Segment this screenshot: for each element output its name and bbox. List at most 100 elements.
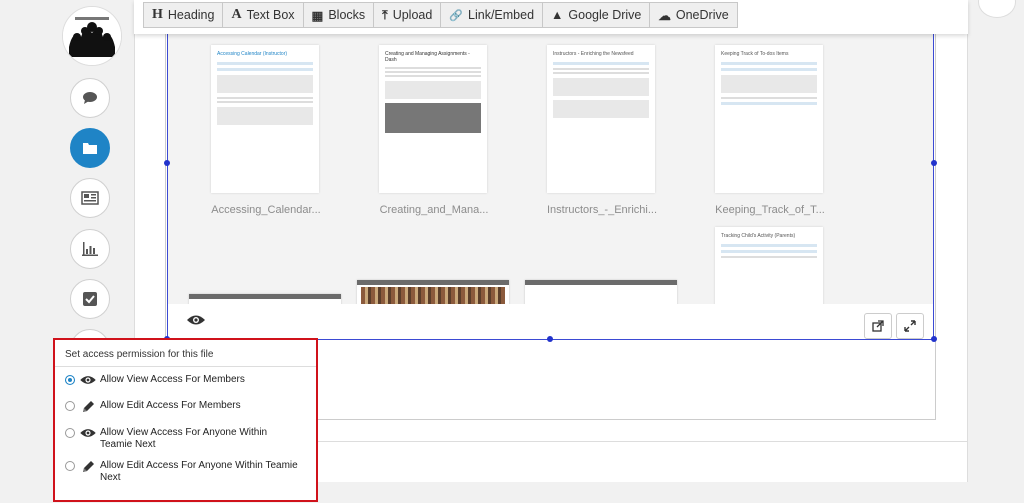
thumb-bar (217, 68, 313, 71)
thumb-line (217, 101, 313, 103)
blocks-label: Blocks (328, 8, 366, 22)
upload-button[interactable]: ⤒ Upload (373, 2, 442, 28)
file-name[interactable]: Creating_and_Mana... (364, 204, 504, 216)
thumb-image (553, 100, 649, 118)
chat-icon (83, 92, 97, 104)
thumb-line (217, 97, 313, 99)
sidebar-item-tasks[interactable] (70, 279, 110, 319)
file-thumbnail[interactable]: Instructors - Enriching the Newsfeed (547, 45, 655, 193)
option-label: Allow Edit Access For Anyone Within Team… (100, 460, 298, 483)
eye-icon (80, 429, 96, 437)
thumb-image (385, 103, 481, 133)
file-thumbnail-title: Tracking Child's Activity (Parents) (721, 233, 796, 239)
sidebar-item-analytics[interactable] (70, 229, 110, 269)
sidebar-item-files[interactable] (70, 128, 110, 168)
file-thumbnail[interactable]: Creating and Managing Assignments - Dash (379, 45, 487, 193)
thumb-line (553, 68, 649, 70)
option-edit-anyone[interactable]: Allow Edit Access For Anyone Within Team… (65, 460, 300, 484)
thumb-image (217, 75, 313, 93)
heading-icon: H (152, 7, 163, 22)
group-logo[interactable] (62, 6, 122, 66)
embedded-drive-viewer[interactable]: Accessing Calendar (Instructor) Creating… (167, 0, 934, 340)
resize-handle[interactable] (931, 336, 937, 342)
option-label: Allow Edit Access For Members (100, 400, 241, 411)
thumb-image (721, 75, 817, 93)
visibility-toggle[interactable] (186, 313, 206, 332)
option-view-members[interactable]: Allow View Access For Members (65, 374, 300, 386)
more-options-button[interactable] (978, 0, 1016, 18)
thumb-header (525, 280, 677, 285)
thumb-line (385, 75, 481, 77)
option-label: Allow View Access For Anyone Within Team… (100, 427, 268, 450)
cloud-icon: ☁ (658, 8, 671, 23)
heading-button[interactable]: H Heading (143, 2, 224, 28)
google-drive-label: Google Drive (568, 8, 642, 22)
thumb-line (385, 71, 481, 73)
link-icon: 🔗 (449, 9, 464, 22)
blocks-button[interactable]: ▦ Blocks (302, 2, 375, 28)
thumb-bar (721, 68, 817, 71)
thumb-bar (721, 250, 817, 253)
file-name[interactable]: Instructors_-_Enrichi... (532, 204, 672, 216)
option-edit-members[interactable]: Allow Edit Access For Members (65, 400, 300, 414)
checkbox-icon (83, 292, 97, 306)
radio-button[interactable] (65, 461, 75, 471)
option-view-anyone[interactable]: Allow View Access For Anyone Within Team… (65, 427, 300, 451)
file-name[interactable]: Accessing_Calendar... (196, 204, 336, 216)
eye-icon (187, 315, 205, 325)
resize-handle[interactable] (931, 160, 937, 166)
sidebar-item-chat[interactable] (70, 78, 110, 118)
file-thumbnail[interactable]: Keeping Track of To-dos Items (715, 45, 823, 193)
folder-icon (83, 143, 97, 154)
onedrive-label: OneDrive (675, 8, 729, 22)
group-logo-image (63, 7, 121, 65)
upload-label: Upload (392, 8, 433, 22)
popup-title: Set access permission for this file (55, 340, 316, 367)
resize-handle[interactable] (164, 160, 170, 166)
google-drive-button[interactable]: ▲ Google Drive (542, 2, 651, 28)
text-icon: A (231, 7, 242, 22)
file-thumbnail-title: Keeping Track of To-dos Items (721, 51, 789, 57)
onedrive-button[interactable]: ☁ OneDrive (649, 2, 738, 28)
external-link-icon (872, 320, 884, 332)
file-name[interactable]: Keeping_Track_of_T... (700, 204, 840, 216)
file-thumbnail-title: Instructors - Enriching the Newsfeed (553, 51, 634, 57)
link-embed-button[interactable]: 🔗 Link/Embed (440, 2, 544, 28)
upload-icon: ⤒ (382, 7, 388, 22)
embed-footer (168, 304, 933, 339)
editor-toolbar: H Heading A Text Box ▦ Blocks ⤒ Upload 🔗 Link… (143, 2, 738, 30)
text-box-label: Text Box (246, 8, 295, 22)
open-external-button[interactable] (864, 313, 892, 339)
thumb-bar (721, 102, 817, 105)
radio-button[interactable] (65, 401, 75, 411)
thumb-line (721, 256, 817, 258)
sidebar-item-news[interactable] (70, 178, 110, 218)
eye-icon (80, 376, 96, 384)
file-thumbnail[interactable]: Tracking Child's Activity (Parents) (715, 227, 823, 307)
bar-chart-icon (82, 242, 98, 256)
radio-button[interactable] (65, 428, 75, 438)
radio-button[interactable] (65, 375, 75, 385)
access-permission-popup: Set access permission for this file Allo… (53, 338, 318, 502)
thumb-image (217, 107, 313, 125)
expand-button[interactable] (896, 313, 924, 339)
file-thumbnail[interactable]: Accessing Calendar (Instructor) (211, 45, 319, 193)
thumb-line (721, 97, 817, 99)
heading-label: Heading (167, 8, 215, 22)
thumb-bar (553, 62, 649, 65)
expand-icon (904, 320, 916, 332)
thumb-image (553, 78, 649, 96)
thumb-header (189, 294, 341, 299)
thumb-image (385, 81, 481, 99)
pencil-icon (83, 401, 94, 412)
resize-handle[interactable] (547, 336, 553, 342)
file-thumbnail-title: Creating and Managing Assignments - Dash (385, 51, 470, 63)
google-drive-icon: ▲ (551, 8, 564, 22)
option-label: Allow View Access For Members (100, 374, 245, 385)
text-box-button[interactable]: A Text Box (222, 2, 304, 28)
file-thumbnail-title: Accessing Calendar (Instructor) (217, 51, 288, 57)
thumb-bar (721, 244, 817, 247)
link-embed-label: Link/Embed (468, 8, 535, 22)
thumb-bar (721, 62, 817, 65)
pencil-icon (83, 461, 94, 472)
